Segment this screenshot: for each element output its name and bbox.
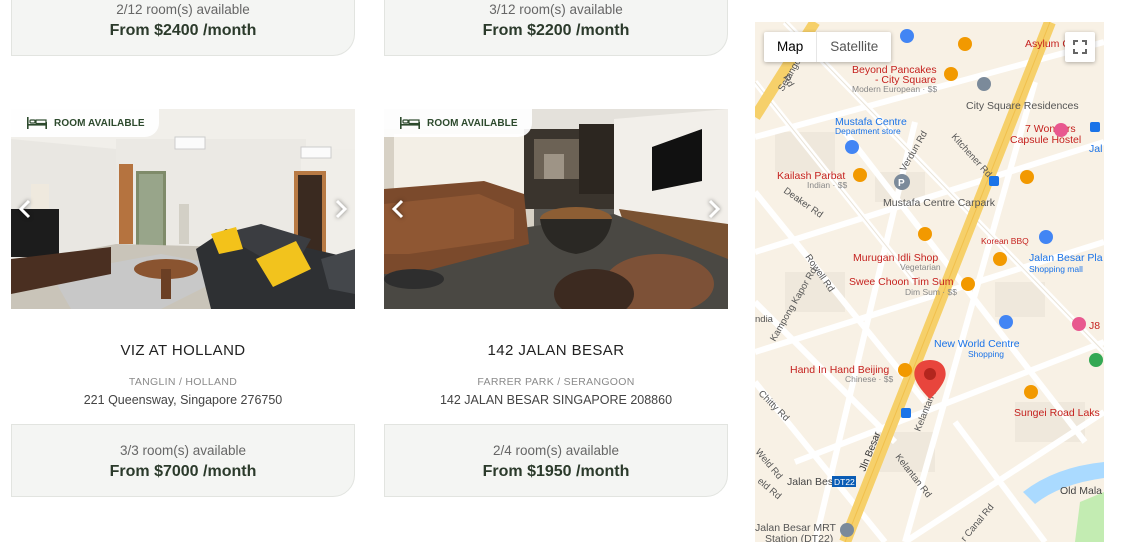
hotel-icon — [1054, 123, 1068, 137]
listing-title[interactable]: VIZ AT HOLLAND — [11, 342, 355, 359]
next-photo-arrow[interactable] — [331, 196, 351, 222]
hotel-icon — [1072, 317, 1086, 331]
price-text: From $2400 /month — [109, 22, 257, 39]
room-available-badge: ROOM AVAILABLE — [384, 109, 532, 137]
chevron-right-icon — [335, 199, 348, 219]
google-map[interactable]: Map Satellite Serangoon Verdun Rd Kitche… — [755, 22, 1104, 542]
svg-text:Vegetarian: Vegetarian — [900, 262, 941, 272]
fullscreen-button[interactable] — [1065, 32, 1095, 62]
price-box-top-2: 3/12 room(s) available From $2200 /month — [384, 0, 728, 56]
svg-text:Jal: Jal — [1089, 143, 1102, 155]
badge-label: ROOM AVAILABLE — [54, 117, 145, 129]
svg-text:Capsule Hostel: Capsule Hostel — [1010, 134, 1081, 146]
svg-text:Chinese · $$: Chinese · $$ — [845, 374, 893, 384]
svg-text:Station (DT22): Station (DT22) — [765, 533, 833, 542]
map-type-satellite-button[interactable]: Satellite — [817, 32, 891, 62]
fullscreen-icon — [1073, 40, 1087, 54]
room-available-badge: ROOM AVAILABLE — [11, 109, 159, 137]
bus-stop-icon — [901, 408, 911, 418]
living-room-photo — [384, 109, 728, 309]
price-text: From $1950 /month — [482, 463, 630, 480]
living-room-photo — [11, 109, 355, 309]
place-marker-icon — [977, 77, 991, 91]
availability-text: 3/3 room(s) available — [119, 443, 247, 458]
listing-address: 142 JALAN BESAR SINGAPORE 208860 — [439, 393, 673, 407]
map-canvas: Serangoon Verdun Rd Kitchener Rd Deaker … — [755, 22, 1104, 542]
svg-text:J8: J8 — [1089, 320, 1100, 332]
prev-photo-arrow[interactable] — [388, 196, 408, 222]
svg-text:Mustafa Centre Carpark: Mustafa Centre Carpark — [883, 197, 996, 209]
chevron-right-icon — [708, 199, 721, 219]
svg-text:Dim Sum · $$: Dim Sum · $$ — [905, 287, 957, 297]
price-text: From $2200 /month — [482, 22, 630, 39]
listing-area: FARRER PARK / SERANGOON — [477, 376, 635, 388]
svg-text:Department store: Department store — [835, 126, 901, 136]
map-type-map-button[interactable]: Map — [764, 32, 818, 62]
bed-icon — [400, 117, 420, 129]
svg-text:Sungei Road Laks: Sungei Road Laks — [1014, 407, 1100, 419]
next-photo-arrow[interactable] — [704, 196, 724, 222]
svg-text:Korean BBQ: Korean BBQ — [981, 236, 1029, 246]
svg-text:ndia: ndia — [755, 314, 774, 325]
bus-stop-icon — [989, 176, 999, 186]
chevron-left-icon — [391, 199, 404, 219]
price-box: 2/4 room(s) available From $1950 /month — [384, 424, 728, 497]
badge-label: ROOM AVAILABLE — [427, 117, 518, 129]
map-type-control: Map Satellite — [764, 32, 892, 62]
svg-text:City Square Residences: City Square Residences — [966, 100, 1079, 112]
svg-text:DT22: DT22 — [834, 477, 855, 487]
listing-photo-viz-at-holland[interactable]: ROOM AVAILABLE — [11, 109, 355, 309]
bed-icon — [27, 117, 47, 129]
svg-text:Shopping mall: Shopping mall — [1029, 264, 1083, 274]
price-box: 3/3 room(s) available From $7000 /month — [11, 424, 355, 497]
chevron-left-icon — [18, 199, 31, 219]
listing-photo-142-jalan-besar[interactable]: ROOM AVAILABLE — [384, 109, 728, 309]
svg-text:Old Mala: Old Mala — [1060, 485, 1102, 497]
svg-text:Indian · $$: Indian · $$ — [807, 180, 847, 190]
listing-area: TANGLIN / HOLLAND — [128, 376, 238, 388]
listing-address: 221 Queensway, Singapore 276750 — [83, 393, 283, 407]
listing-title[interactable]: 142 JALAN BESAR — [384, 342, 728, 359]
svg-text:Modern European · $$: Modern European · $$ — [852, 84, 937, 94]
availability-text: 2/12 room(s) available — [116, 2, 250, 17]
svg-text:Jalan Besar Pla: Jalan Besar Pla — [1029, 252, 1103, 264]
price-text: From $7000 /month — [109, 463, 257, 480]
price-box-top-1: 2/12 room(s) available From $2400 /month — [11, 0, 355, 56]
park-icon — [1089, 353, 1103, 367]
prev-photo-arrow[interactable] — [15, 196, 35, 222]
svg-text:Shopping: Shopping — [968, 349, 1004, 359]
availability-text: 3/12 room(s) available — [489, 2, 623, 17]
transit-icon — [840, 523, 854, 537]
availability-text: 2/4 room(s) available — [492, 443, 620, 458]
svg-text:P: P — [898, 178, 905, 189]
bus-stop-icon — [1090, 122, 1100, 132]
